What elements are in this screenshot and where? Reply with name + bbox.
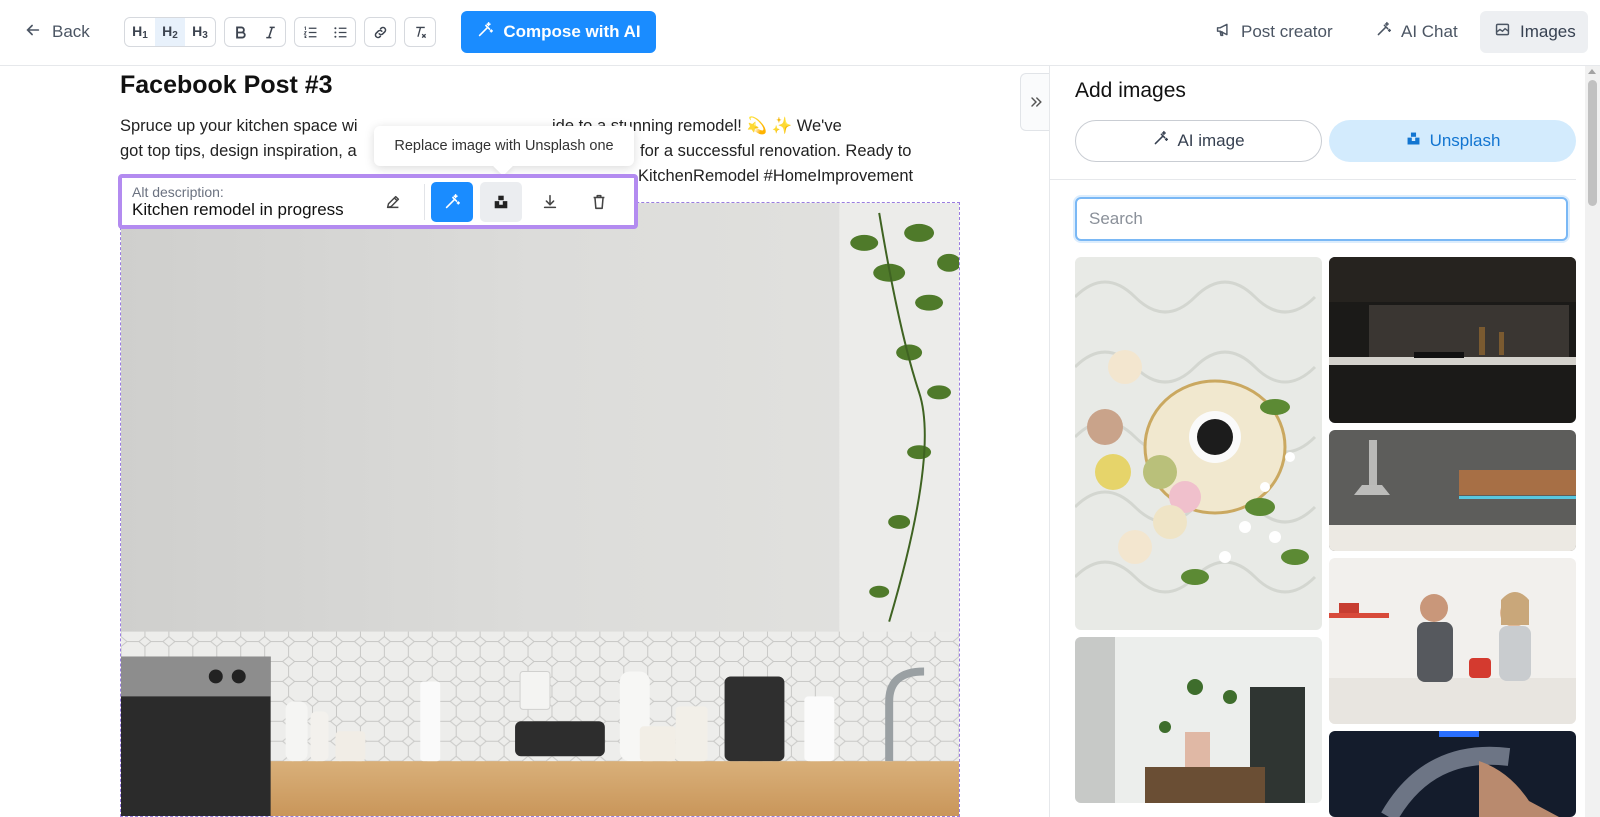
magic-wand-icon (1152, 130, 1169, 152)
h2-num: 2 (172, 30, 178, 41)
panel-scrollbar[interactable] (1585, 66, 1600, 817)
collapse-panel-button[interactable] (1020, 73, 1050, 131)
format-group (224, 17, 286, 47)
post-body-line-2: got top tips, design inspiration, a (120, 142, 357, 160)
italic-button[interactable] (255, 18, 285, 46)
post-title[interactable]: Facebook Post #3 (120, 71, 333, 100)
alt-description-value: Kitchen remodel in progress (132, 200, 344, 219)
list-group (294, 17, 356, 47)
ordered-list-button[interactable] (295, 18, 325, 46)
scroll-up-arrow[interactable] (1588, 69, 1596, 74)
clear-format-icon (415, 26, 426, 38)
tab-images-label: Images (1520, 22, 1576, 41)
link-group (364, 17, 396, 47)
bold-button[interactable] (225, 18, 255, 46)
back-label: Back (52, 22, 90, 41)
unsplash-icon (1405, 130, 1422, 152)
image-alt-toolbar: Alt description: Kitchen remodel in prog… (118, 174, 638, 229)
bullet-list-button[interactable] (325, 18, 355, 46)
panel-title: Add images (1075, 79, 1186, 102)
megaphone-icon (1215, 21, 1232, 43)
italic-icon (265, 26, 275, 38)
panel-divider (1050, 179, 1576, 180)
image-result-macarons[interactable] (1075, 257, 1322, 630)
tab-ai-chat-label: AI Chat (1401, 22, 1458, 41)
back-button[interactable]: Back (24, 19, 90, 45)
download-button[interactable] (529, 182, 571, 222)
ordered-list-icon (303, 25, 316, 38)
compose-with-ai-button[interactable]: Compose with AI (461, 11, 656, 53)
unsplash-icon (494, 195, 508, 209)
arrow-left-icon (24, 21, 42, 44)
heading-3-button[interactable]: H3 (185, 18, 215, 46)
tab-images[interactable]: Images (1480, 11, 1588, 53)
clear-format-group (404, 17, 436, 47)
couple-cooking-thumbnail (1329, 558, 1576, 724)
delete-button[interactable] (578, 182, 620, 222)
magic-wand-icon (445, 193, 461, 209)
image-result-bright-kitchen[interactable] (1075, 637, 1322, 803)
download-icon (543, 194, 557, 209)
unsplash-replace-button[interactable] (480, 182, 522, 222)
h3-num: 3 (202, 30, 208, 41)
double-chevron-right-icon (1030, 97, 1042, 107)
kitchen-image (121, 203, 959, 816)
magic-wand-icon (476, 21, 494, 44)
h1-num: 1 (142, 30, 148, 41)
image-search-input[interactable] (1075, 197, 1568, 241)
ai-image-source-button[interactable]: AI image (1075, 120, 1322, 162)
post-image[interactable] (120, 202, 960, 817)
tab-post-creator[interactable]: Post creator (1201, 11, 1347, 53)
macarons-thumbnail (1075, 257, 1322, 630)
toolbar-divider (424, 184, 425, 220)
trash-icon (593, 194, 605, 210)
bold-icon (235, 25, 246, 39)
bright-kitchen-thumbnail (1075, 637, 1322, 803)
ai-image-label: AI image (1177, 131, 1245, 150)
dark-kitchen-thumbnail (1329, 257, 1576, 423)
tab-post-creator-label: Post creator (1241, 22, 1333, 41)
h3-letter: H (192, 23, 203, 39)
edit-alt-button[interactable] (372, 182, 414, 222)
bullet-list-icon (333, 26, 346, 38)
heading-group: H1 H2 H3 (124, 17, 216, 47)
heading-1-button[interactable]: H1 (125, 18, 155, 46)
post-body-line-3: KitchenRemodel #HomeImprovement (638, 167, 914, 185)
compose-label: Compose with AI (503, 22, 641, 41)
post-body-line-2b: for a successful renovation. Ready to (640, 142, 912, 160)
h1-letter: H (132, 23, 143, 39)
ai-image-replace-button[interactable] (431, 182, 473, 222)
tab-ai-chat[interactable]: AI Chat (1361, 11, 1472, 53)
alt-description-label: Alt description: (132, 184, 224, 200)
pencil-icon (386, 195, 400, 209)
unsplash-label: Unsplash (1429, 131, 1501, 150)
clear-format-button[interactable] (405, 18, 435, 46)
top-toolbar: Back H1 H2 H3 Compose with AI Post creat… (0, 0, 1600, 66)
unsplash-tooltip: Replace image with Unsplash one (374, 126, 634, 166)
image-result-couple-cooking[interactable] (1329, 558, 1576, 724)
scroll-thumb[interactable] (1588, 80, 1597, 206)
magic-wand-icon (1375, 21, 1392, 43)
grey-kitchen-thumbnail (1329, 430, 1576, 551)
h2-letter: H (162, 23, 173, 39)
image-icon (1494, 21, 1511, 43)
image-result-dark-kitchen[interactable] (1329, 257, 1576, 423)
heading-2-button[interactable]: H2 (155, 18, 185, 46)
image-result-grey-kitchen[interactable] (1329, 430, 1576, 551)
stovetop-thumbnail (1329, 731, 1576, 817)
post-body-line-1: Spruce up your kitchen space wi (120, 117, 358, 135)
unsplash-source-button[interactable]: Unsplash (1329, 120, 1576, 162)
images-panel: Add images AI image Unsplash (1049, 66, 1600, 817)
link-button[interactable] (365, 18, 395, 46)
link-icon (374, 26, 386, 38)
image-result-stovetop[interactable] (1329, 731, 1576, 817)
